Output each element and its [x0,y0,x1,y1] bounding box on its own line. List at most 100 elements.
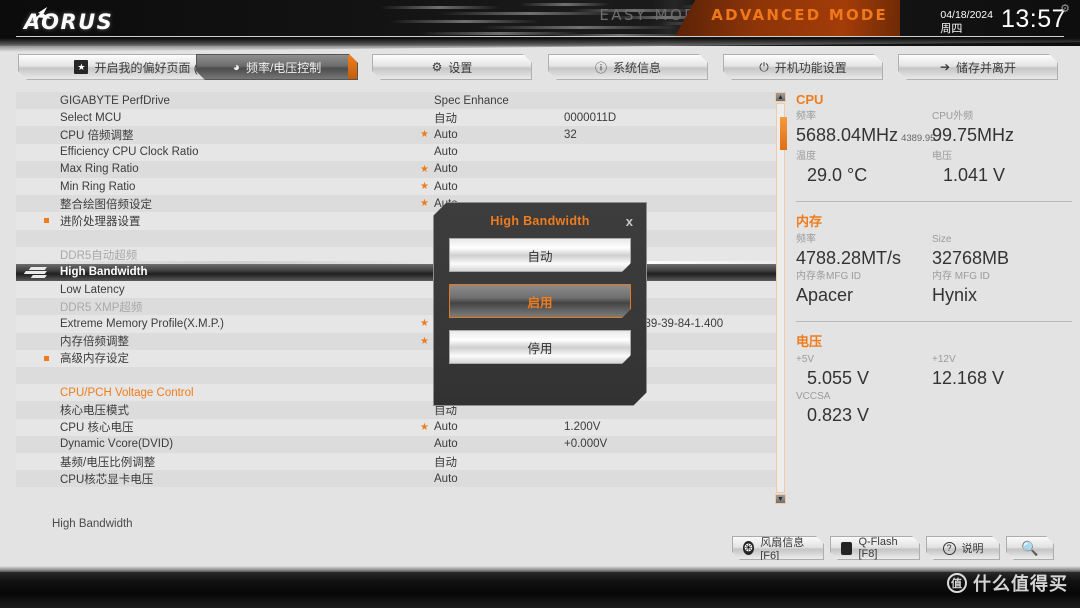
tab-3[interactable]: ⓘ 系统信息 [548,54,708,80]
list-row[interactable]: ★ CPU 倍频调整 Auto 32 [16,126,782,144]
list-row-selected[interactable]: High Bandwidth启用 [16,260,782,284]
tab-label: 设置 [448,60,473,75]
favorite-star-icon[interactable]: ★ [420,164,429,175]
favorite-star-icon[interactable]: ★ [420,336,429,347]
footer-button-label: 风扇信息 [F6] [760,537,805,562]
row-label: High Bandwidth [60,266,148,279]
header-clock-group: 04/18/2024 周四 13:57 [940,4,1066,36]
list-row[interactable]: Select MCU 自动 0000011D [16,109,782,127]
option-enabled[interactable]: 启用 [449,284,631,318]
scrollbar-thumb[interactable] [780,117,787,150]
scrollbar-track[interactable] [776,103,787,493]
favorite-star-icon[interactable]: ★ [420,422,429,433]
row-value[interactable]: 自动 [434,110,457,126]
list-row[interactable]: Dynamic Vcore(DVID) Auto +0.000V [16,435,782,453]
list-row[interactable]: ★ Min Ring Ratio Auto [16,177,782,196]
tab-4[interactable]: ⏻ 开机功能设置 [723,54,883,80]
gear-icon: ⚙ [431,60,443,74]
submenu-bullet-icon [44,218,49,224]
row-value[interactable]: Auto [434,129,458,141]
row-value[interactable]: Auto [434,438,458,450]
bios-screen: AORUS EASY MODE ADVANCED MODE 04/18/2024… [0,0,1080,608]
row-value[interactable]: Auto [434,163,458,175]
selection-arrow-icon [22,266,48,278]
cpu-temp-label: 温度 [796,151,816,162]
row-value[interactable]: 自动 [434,454,457,470]
row-value[interactable]: Auto [434,146,458,158]
memory-freq-value: 4788.28MT/s [796,248,902,268]
tab-active-accent [348,55,357,79]
row-label: DDR5 XMP超频 [60,301,143,314]
row-label: GIGABYTE PerfDrive [60,94,170,107]
memory-module-mfg-label: 内存条MFG ID [796,271,861,282]
footer-button-qflash[interactable]: Q-Flash [F8] [830,536,920,560]
tab-label: 储存并离开 [956,60,1017,75]
row-value[interactable]: Auto [434,181,458,193]
list-row[interactable]: DDR5 XMP超频 [16,298,782,316]
voltage-info-section: 电压 +5V 5.055 V +12V 12.168 V VCCSA 0.823… [796,331,1072,433]
aorus-logo: AORUS [24,7,113,34]
list-row[interactable]: ★ CPU 核心电压 Auto 1.200V [16,418,782,436]
settings-list[interactable]: GIGABYTE PerfDrive Spec Enhance Select MCU… [16,92,782,504]
advanced-mode-tab[interactable]: ADVANCED MODE [711,6,888,24]
option-auto[interactable]: 自动 [449,238,631,272]
list-row[interactable]: ★整合绘图倍频设定Auto [16,195,782,213]
list-scrollbar[interactable]: ▲ ▼ [774,92,787,504]
row-value[interactable]: Auto [434,473,458,485]
footer-button-search[interactable]: 🔍 [1006,536,1054,560]
row-label: Min Ring Ratio [60,180,136,193]
caret-up-icon[interactable]: ▲ [775,92,786,102]
fan-icon: ❂ [744,542,753,554]
tab-1[interactable]: ◕ 频率/电压控制 [196,54,358,80]
caret-down-icon[interactable]: ▼ [775,494,786,504]
tab-separator [16,36,1064,37]
info-divider-1 [796,201,1072,202]
tab-label: 系统信息 [613,60,662,75]
list-row[interactable]: ★ Max Ring Ratio Auto [16,160,782,178]
row-value[interactable]: Spec Enhance [434,95,509,107]
tab-2[interactable]: ⚙ 设置 [372,54,532,80]
row-label: 核心电压模式 [60,404,129,417]
favorite-star-icon[interactable]: ★ [420,129,429,140]
favorite-star-icon[interactable]: ★ [420,198,429,209]
option-disabled[interactable]: 停用 [449,330,631,364]
favorite-star-icon[interactable]: ★ [420,318,429,329]
memory-module-mfg-value: Apacer [796,285,854,305]
vccsa-value: 0.823 V [807,405,870,425]
footer-button-question[interactable]: ? 说明 [926,536,1000,560]
footer-button-fan[interactable]: ❂ 风扇信息 [F6] [732,536,824,560]
cpu-voltage-value: 1.041 V [943,165,1006,185]
row-label: Max Ring Ratio [60,163,139,176]
option-dialog[interactable]: High Bandwidth x 自动 启用 停用 [433,202,647,406]
tab-label: 开机功能设置 [774,60,847,75]
row-value[interactable]: Auto [434,421,458,433]
gear-icon[interactable]: ⚙ [1060,2,1070,15]
help-hint-text: High Bandwidth [52,518,133,530]
memory-info-section: 内存 频率 4788.28MT/s Size 32768MB 内存条MFG ID… [796,211,1072,313]
row-label: 内存倍频调整 [60,336,129,349]
row-label: CPU/PCH Voltage Control [60,386,194,399]
list-row[interactable]: ★内存倍频调整Auto [16,332,782,350]
list-row[interactable]: GIGABYTE PerfDrive Spec Enhance [16,92,782,110]
close-icon[interactable]: x [626,214,633,229]
v5-value: 5.055 V [807,368,870,388]
list-row[interactable]: ★Extreme Memory Profile(X.M.P.)XMP1DDR5-… [16,315,782,333]
list-row[interactable]: 基频/电压比例调整 自动 [16,452,782,471]
cpu-bclk-value: 99.75MHz [932,125,1015,145]
list-row[interactable]: 核心电压模式 自动 [16,401,782,419]
voltage-section-title: 电压 [796,334,823,349]
favorite-star-icon[interactable]: ★ [420,181,429,192]
row-label: Efficiency CPU Clock Ratio [60,146,199,159]
list-row[interactable]: 进阶处理器设置 [16,212,782,230]
cpu-bclk-label: CPU外频 [932,111,974,122]
list-row[interactable]: CPU/PCH Voltage Control [16,384,782,402]
list-row[interactable]: Low Latency启用 [16,281,782,299]
list-row[interactable]: CPU核芯显卡电压 Auto [16,470,782,488]
tab-5[interactable]: ➔ 储存并离开 [898,54,1058,80]
header-time: 13:57 [1000,5,1066,33]
header-weekday: 周四 [940,23,963,35]
cpu-voltage-label: 电压 [932,151,952,162]
list-row[interactable]: Efficiency CPU Clock Ratio Auto [16,143,782,161]
exit-icon: ➔ [939,60,951,74]
list-row[interactable]: 高级内存设定 [16,349,782,367]
